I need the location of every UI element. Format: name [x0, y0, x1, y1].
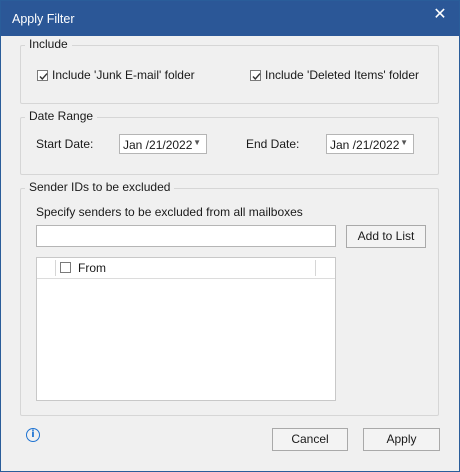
chevron-down-icon[interactable]: ▼: [400, 138, 408, 147]
include-group: Include Include 'Junk E-mail' folder Inc…: [20, 37, 439, 104]
end-date-label: End Date:: [246, 137, 300, 151]
deleted-items-checkbox[interactable]: [250, 69, 261, 81]
select-all-checkbox[interactable]: [60, 262, 71, 273]
checkmark-icon: [252, 72, 261, 80]
start-date-label: Start Date:: [36, 137, 94, 151]
date-range-legend: Date Range: [25, 109, 98, 123]
apply-filter-dialog: Apply Filter ✕ Include Include 'Junk E-m…: [0, 0, 460, 472]
excluded-senders-list[interactable]: From: [36, 257, 336, 401]
start-date-picker[interactable]: Jan /21/2022 ▼: [119, 134, 207, 154]
junk-email-label: Include 'Junk E-mail' folder: [52, 68, 195, 82]
end-date-value: Jan /21/2022: [330, 138, 400, 152]
chevron-down-icon[interactable]: ▼: [193, 138, 201, 147]
info-icon[interactable]: i: [26, 428, 40, 442]
deleted-items-label: Include 'Deleted Items' folder: [265, 68, 419, 82]
junk-email-checkbox[interactable]: [37, 69, 48, 81]
junk-email-option[interactable]: Include 'Junk E-mail' folder: [37, 68, 195, 82]
column-divider[interactable]: [315, 260, 316, 276]
list-header: From: [37, 258, 335, 279]
add-to-list-button[interactable]: Add to List: [346, 225, 426, 248]
deleted-items-option[interactable]: Include 'Deleted Items' folder: [250, 68, 419, 82]
sender-ids-group: Sender IDs to be excluded Specify sender…: [20, 180, 439, 416]
cancel-button[interactable]: Cancel: [272, 428, 348, 451]
start-date-value: Jan /21/2022: [123, 138, 193, 152]
include-legend: Include: [25, 37, 72, 51]
end-date-picker[interactable]: Jan /21/2022 ▼: [326, 134, 414, 154]
window-title: Apply Filter: [12, 12, 75, 26]
from-column-header[interactable]: From: [78, 261, 106, 275]
column-divider: [55, 260, 56, 276]
sender-input[interactable]: [36, 225, 336, 247]
title-bar[interactable]: Apply Filter ✕: [1, 1, 459, 36]
sender-ids-legend: Sender IDs to be excluded: [25, 180, 175, 194]
close-icon[interactable]: ✕: [431, 6, 449, 24]
sender-instructions: Specify senders to be excluded from all …: [36, 205, 303, 219]
apply-button[interactable]: Apply: [363, 428, 440, 451]
date-range-group: Date Range Start Date: Jan /21/2022 ▼ En…: [20, 109, 439, 175]
checkmark-icon: [39, 72, 48, 80]
